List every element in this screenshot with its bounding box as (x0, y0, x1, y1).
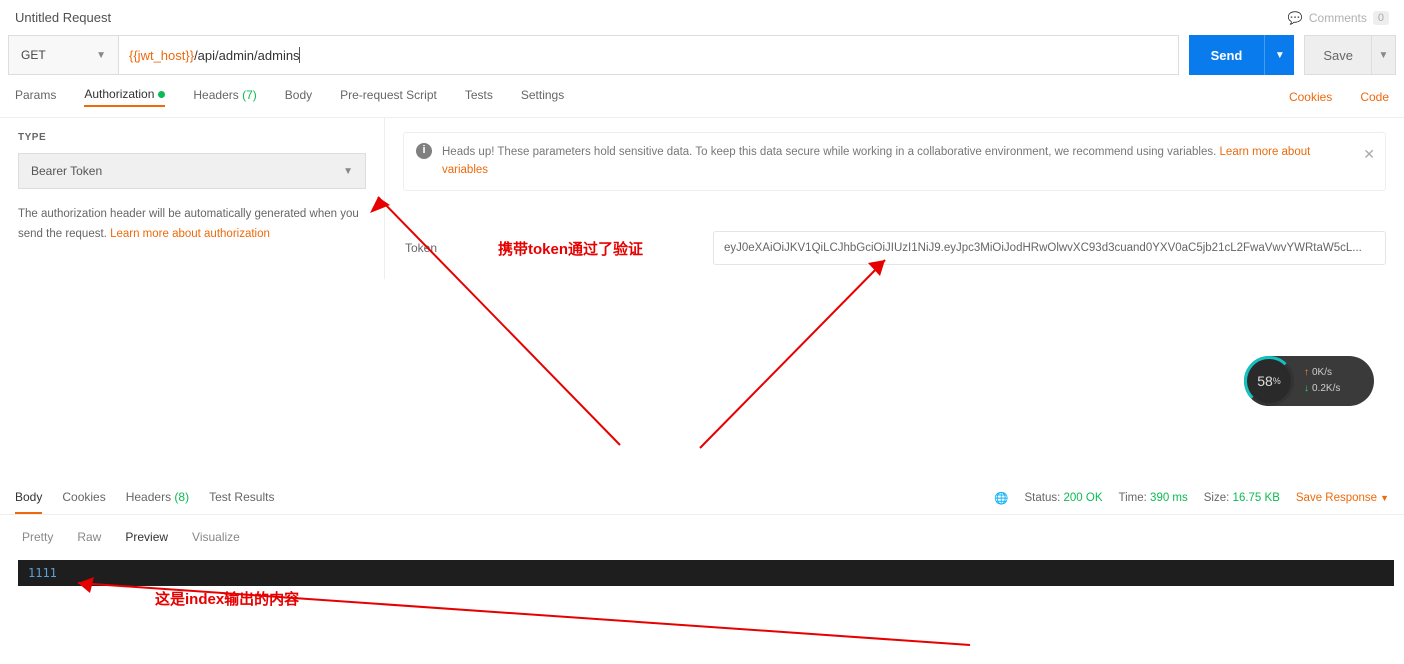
method-select[interactable]: GET ▼ (8, 35, 118, 75)
tab-params[interactable]: Params (15, 88, 56, 106)
globe-icon[interactable]: 🌐 (994, 491, 1008, 505)
time-value: 390 ms (1150, 492, 1188, 504)
send-dropdown[interactable]: ▼ (1264, 35, 1294, 75)
auth-active-dot (158, 91, 165, 98)
learn-more-auth-link[interactable]: Learn more about authorization (110, 228, 270, 240)
save-button[interactable]: Save (1304, 35, 1372, 75)
size-value: 16.75 KB (1233, 492, 1280, 504)
request-title: Untitled Request (15, 10, 111, 25)
comments-button[interactable]: 💬 Comments 0 (1288, 11, 1389, 25)
cpu-circle: 58% (1244, 356, 1294, 406)
save-response-button[interactable]: Save Response▼ (1296, 492, 1389, 504)
save-dropdown[interactable]: ▼ (1372, 35, 1396, 75)
cookies-link[interactable]: Cookies (1289, 90, 1332, 104)
auth-description: The authorization header will be automat… (18, 205, 366, 244)
resp-tab-testresults[interactable]: Test Results (209, 482, 274, 514)
resp-tab-cookies[interactable]: Cookies (62, 482, 105, 514)
view-preview[interactable]: Preview (125, 530, 168, 544)
resp-tab-body[interactable]: Body (15, 482, 42, 514)
comments-label: Comments (1309, 11, 1367, 25)
response-body[interactable]: 1111 (18, 560, 1394, 586)
status-value: 200 OK (1064, 492, 1103, 504)
annotation-index: 这是index输出的内容 (155, 588, 299, 609)
url-path: /api/admin/admins (194, 48, 300, 63)
tab-headers[interactable]: Headers (7) (193, 88, 256, 106)
tab-settings[interactable]: Settings (521, 88, 564, 106)
close-icon[interactable]: ✕ (1363, 143, 1375, 165)
tab-prerequest[interactable]: Pre-request Script (340, 88, 437, 106)
token-input[interactable]: eyJ0eXAiOiJKV1QiLCJhbGciOiJIUzI1NiJ9.eyJ… (713, 231, 1386, 265)
method-value: GET (21, 48, 46, 62)
url-variable: {{jwt_host}} (129, 48, 194, 63)
view-raw[interactable]: Raw (77, 530, 101, 544)
resp-tab-headers[interactable]: Headers (8) (126, 482, 189, 514)
auth-type-label: TYPE (18, 132, 366, 143)
download-rate: 0.2K/s (1304, 381, 1340, 397)
send-button[interactable]: Send (1189, 35, 1265, 75)
arrow-2 (690, 248, 900, 458)
token-label: Token (403, 241, 713, 255)
auth-type-select[interactable]: Bearer Token ▼ (18, 153, 366, 189)
info-icon: i (416, 143, 432, 159)
view-visualize[interactable]: Visualize (192, 530, 240, 544)
chevron-down-icon: ▼ (343, 166, 353, 177)
url-input[interactable]: {{jwt_host}}/api/admin/admins (118, 35, 1179, 75)
arrow-3 (60, 575, 980, 655)
view-pretty[interactable]: Pretty (22, 530, 53, 544)
tab-authorization[interactable]: Authorization (84, 87, 165, 107)
tab-tests[interactable]: Tests (465, 88, 493, 106)
view-tabs: Pretty Raw Preview Visualize (0, 518, 262, 556)
request-tabs: Params Authorization Headers (7) Body Pr… (0, 87, 1404, 118)
chevron-down-icon: ▼ (96, 50, 106, 61)
code-link[interactable]: Code (1360, 90, 1389, 104)
comment-icon: 💬 (1288, 11, 1303, 25)
comments-count: 0 (1373, 11, 1389, 25)
upload-rate: 0K/s (1304, 365, 1340, 381)
auth-type-value: Bearer Token (31, 164, 102, 178)
network-widget[interactable]: 58% 0K/s 0.2K/s (1244, 356, 1374, 406)
info-banner: i Heads up! These parameters hold sensit… (403, 132, 1386, 191)
tab-body[interactable]: Body (285, 88, 312, 106)
